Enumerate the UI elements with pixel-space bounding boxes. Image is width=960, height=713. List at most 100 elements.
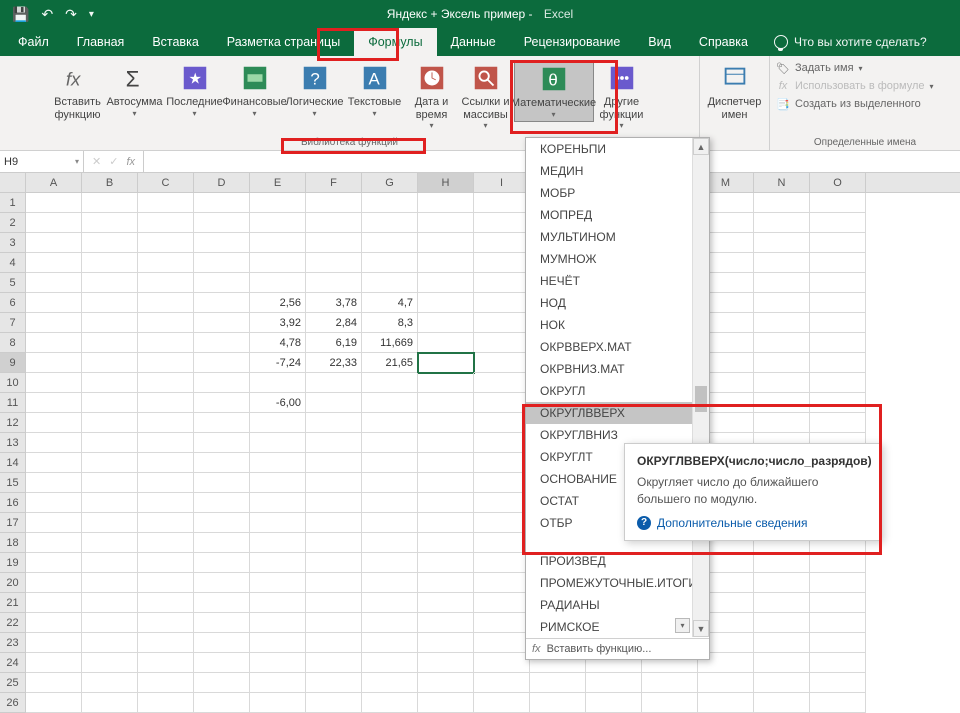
- math-button[interactable]: θ Математические▾: [514, 60, 594, 122]
- cell-C10[interactable]: [138, 373, 194, 393]
- cell-A2[interactable]: [26, 213, 82, 233]
- cell-N6[interactable]: [754, 293, 810, 313]
- cell-D11[interactable]: [194, 393, 250, 413]
- cell-H11[interactable]: [418, 393, 474, 413]
- cell-O10[interactable]: [810, 373, 866, 393]
- cell-H12[interactable]: [418, 413, 474, 433]
- cell-H5[interactable]: [418, 273, 474, 293]
- cell-I24[interactable]: [474, 653, 530, 673]
- cell-O5[interactable]: [810, 273, 866, 293]
- cell-A5[interactable]: [26, 273, 82, 293]
- col-E[interactable]: E: [250, 173, 306, 192]
- cell-C8[interactable]: [138, 333, 194, 353]
- cell-G15[interactable]: [362, 473, 418, 493]
- fn-item-ОКРВВЕРХ.МАТ[interactable]: ОКРВВЕРХ.МАТ: [526, 336, 709, 358]
- cell-E8[interactable]: 4,78: [250, 333, 306, 353]
- cell-C9[interactable]: [138, 353, 194, 373]
- row-head[interactable]: 15: [0, 473, 26, 493]
- cell-E25[interactable]: [250, 673, 306, 693]
- cell-C16[interactable]: [138, 493, 194, 513]
- cell-C15[interactable]: [138, 473, 194, 493]
- cell-K26[interactable]: [586, 693, 642, 713]
- cell-F16[interactable]: [306, 493, 362, 513]
- cell-H9[interactable]: [418, 353, 474, 373]
- cell-B19[interactable]: [82, 553, 138, 573]
- cell-G5[interactable]: [362, 273, 418, 293]
- cell-F7[interactable]: 2,84: [306, 313, 362, 333]
- cell-C1[interactable]: [138, 193, 194, 213]
- cell-E22[interactable]: [250, 613, 306, 633]
- cell-J26[interactable]: [530, 693, 586, 713]
- qat-save[interactable]: 💾: [12, 6, 29, 23]
- cell-G17[interactable]: [362, 513, 418, 533]
- cell-G20[interactable]: [362, 573, 418, 593]
- cell-D8[interactable]: [194, 333, 250, 353]
- cell-F22[interactable]: [306, 613, 362, 633]
- lookup-button[interactable]: Ссылки и массивы▾: [460, 60, 512, 132]
- cell-H19[interactable]: [418, 553, 474, 573]
- cell-E4[interactable]: [250, 253, 306, 273]
- cell-C2[interactable]: [138, 213, 194, 233]
- cell-G16[interactable]: [362, 493, 418, 513]
- cell-O4[interactable]: [810, 253, 866, 273]
- cell-D15[interactable]: [194, 473, 250, 493]
- cell-A26[interactable]: [26, 693, 82, 713]
- row-head[interactable]: 13: [0, 433, 26, 453]
- col-G[interactable]: G: [362, 173, 418, 192]
- cell-H25[interactable]: [418, 673, 474, 693]
- tellme-search[interactable]: Что вы хотите сделать?: [762, 28, 939, 56]
- row-head[interactable]: 23: [0, 633, 26, 653]
- cell-C4[interactable]: [138, 253, 194, 273]
- fn-item-ОКРУГЛ[interactable]: ОКРУГЛ: [526, 380, 709, 402]
- cell-H23[interactable]: [418, 633, 474, 653]
- scroll-down-icon[interactable]: ▼: [693, 620, 709, 637]
- cell-A14[interactable]: [26, 453, 82, 473]
- cell-I23[interactable]: [474, 633, 530, 653]
- cell-H18[interactable]: [418, 533, 474, 553]
- cell-E16[interactable]: [250, 493, 306, 513]
- col-I[interactable]: I: [474, 173, 530, 192]
- cell-D26[interactable]: [194, 693, 250, 713]
- cell-D3[interactable]: [194, 233, 250, 253]
- tab-help[interactable]: Справка: [685, 28, 762, 56]
- col-A[interactable]: A: [26, 173, 82, 192]
- cell-I12[interactable]: [474, 413, 530, 433]
- cell-I15[interactable]: [474, 473, 530, 493]
- cell-N8[interactable]: [754, 333, 810, 353]
- cell-C17[interactable]: [138, 513, 194, 533]
- cell-B14[interactable]: [82, 453, 138, 473]
- cell-E7[interactable]: 3,92: [250, 313, 306, 333]
- cell-I14[interactable]: [474, 453, 530, 473]
- cell-A20[interactable]: [26, 573, 82, 593]
- row-head[interactable]: 7: [0, 313, 26, 333]
- cell-O23[interactable]: [810, 633, 866, 653]
- cell-F26[interactable]: [306, 693, 362, 713]
- cell-B10[interactable]: [82, 373, 138, 393]
- fn-item-ОКРУГЛВВЕРХ[interactable]: ОКРУГЛВВЕРХ: [526, 402, 709, 424]
- cell-N25[interactable]: [754, 673, 810, 693]
- cell-N19[interactable]: [754, 553, 810, 573]
- cell-N4[interactable]: [754, 253, 810, 273]
- row-head[interactable]: 20: [0, 573, 26, 593]
- cell-O22[interactable]: [810, 613, 866, 633]
- cell-D23[interactable]: [194, 633, 250, 653]
- cell-E3[interactable]: [250, 233, 306, 253]
- cell-H13[interactable]: [418, 433, 474, 453]
- cell-H26[interactable]: [418, 693, 474, 713]
- cell-F19[interactable]: [306, 553, 362, 573]
- cell-E9[interactable]: -7,24: [250, 353, 306, 373]
- col-B[interactable]: B: [82, 173, 138, 192]
- cell-I11[interactable]: [474, 393, 530, 413]
- dropdown-more-icon[interactable]: ▾: [675, 618, 690, 633]
- cell-F2[interactable]: [306, 213, 362, 233]
- qat-customize[interactable]: ▾: [89, 9, 94, 20]
- cell-G22[interactable]: [362, 613, 418, 633]
- fn-item-НОД[interactable]: НОД: [526, 292, 709, 314]
- cell-I18[interactable]: [474, 533, 530, 553]
- cell-F6[interactable]: 3,78: [306, 293, 362, 313]
- row-head[interactable]: 2: [0, 213, 26, 233]
- fn-item-МЕДИН[interactable]: МЕДИН: [526, 160, 709, 182]
- cell-G6[interactable]: 4,7: [362, 293, 418, 313]
- cell-A6[interactable]: [26, 293, 82, 313]
- cell-O9[interactable]: [810, 353, 866, 373]
